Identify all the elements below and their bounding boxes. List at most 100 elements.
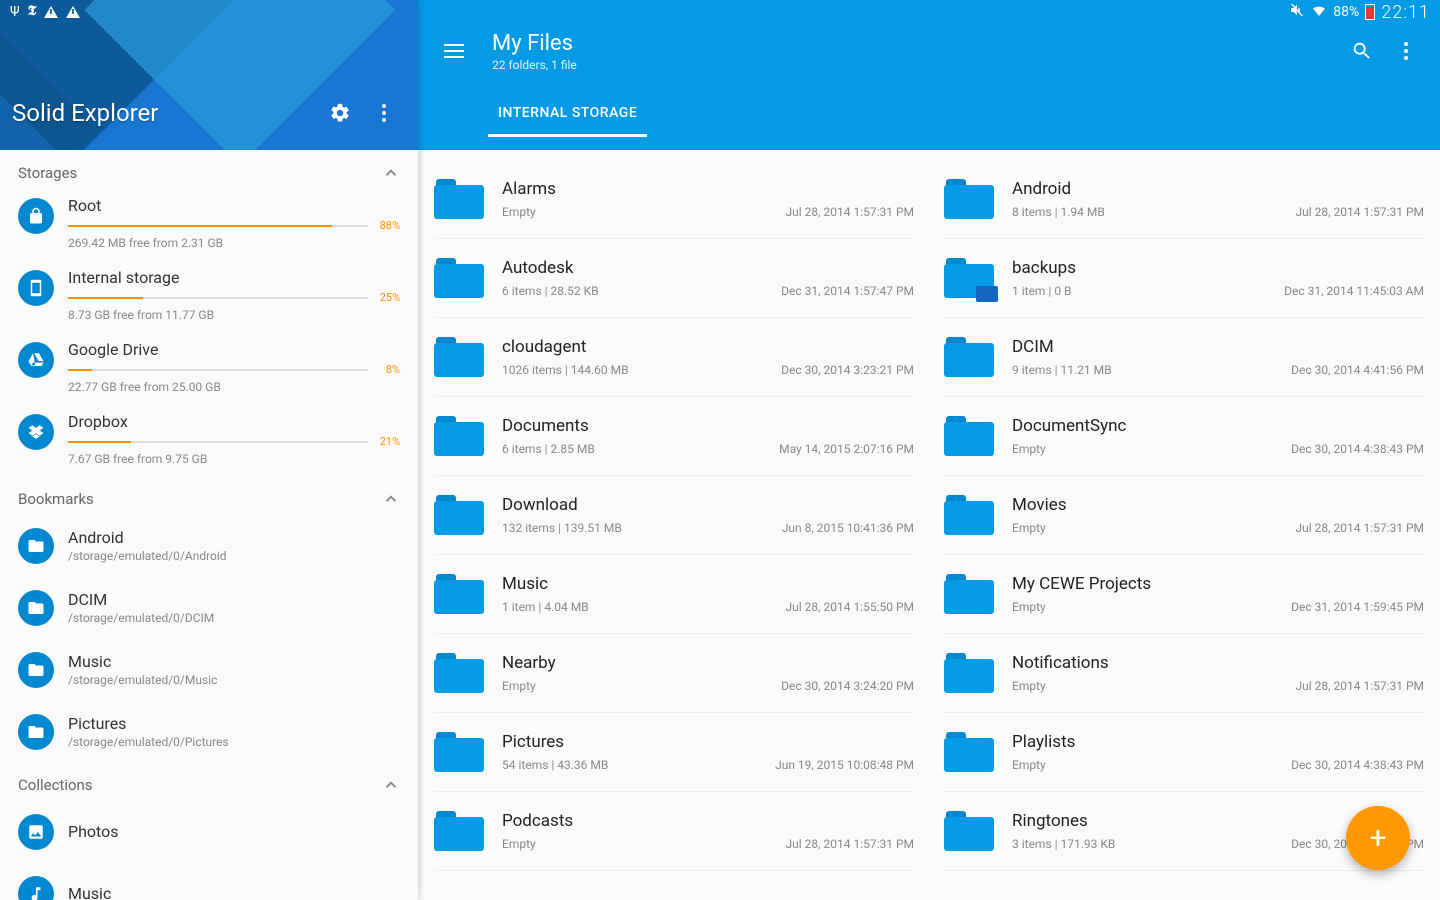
sidebar-overflow-button[interactable] xyxy=(362,91,406,135)
file-item[interactable]: Download 132 items | 139.51 MBJun 8, 201… xyxy=(434,476,914,555)
folder-icon xyxy=(434,811,484,851)
bookmark-item[interactable]: Pictures/storage/emulated/0/Pictures xyxy=(0,700,418,762)
storage-name: Dropbox xyxy=(68,412,400,431)
file-date: Jul 28, 2014 1:57:31 PM xyxy=(1296,521,1424,535)
storage-sub: 8.73 GB free from 11.77 GB xyxy=(68,308,400,322)
sidebar: Solid Explorer Storages Root 88% 269.42 … xyxy=(0,0,418,900)
settings-button[interactable] xyxy=(318,91,362,135)
bookmark-name: Pictures xyxy=(68,714,229,733)
folder-icon xyxy=(944,179,994,219)
file-item[interactable]: Music 1 item | 4.04 MB Jul 28, 2014 1:55:… xyxy=(434,555,914,634)
storage-percent: 25% xyxy=(372,291,400,304)
search-button[interactable] xyxy=(1340,29,1384,73)
file-item[interactable]: Movies EmptyJul 28, 2014 1:57:31 PM xyxy=(944,476,1424,555)
search-icon xyxy=(1351,40,1373,62)
file-item[interactable]: backups 1 item | 0 BDec 31, 2014 11:45:0… xyxy=(944,239,1424,318)
file-date: Jun 19, 2015 10:08:48 PM xyxy=(775,758,914,772)
file-date: Jul 28, 2014 1:55:50 PM xyxy=(786,600,914,614)
folder-icon xyxy=(944,337,994,377)
file-item[interactable]: My CEWE Projects EmptyDec 31, 2014 1:59:… xyxy=(944,555,1424,634)
storage-bar xyxy=(68,441,368,443)
file-item[interactable]: Notifications EmptyJul 28, 2014 1:57:31 … xyxy=(944,634,1424,713)
storage-name: Root xyxy=(68,196,400,215)
collection-item[interactable]: Music xyxy=(0,862,418,900)
storage-percent: 88% xyxy=(372,219,400,232)
file-sub: 1 item | 4.04 MB xyxy=(502,600,589,614)
app-status-icon: 𝕿 xyxy=(28,4,37,20)
storage-item[interactable]: Dropbox 21% 7.67 GB free from 9.75 GB xyxy=(0,404,418,476)
file-item[interactable]: cloudagent 1026 items | 144.60 MBDec 30,… xyxy=(434,318,914,397)
page-subtitle: 22 folders, 1 file xyxy=(492,58,577,72)
file-sub: Empty xyxy=(1012,679,1046,693)
collection-item[interactable]: Photos xyxy=(0,800,418,862)
bookmark-path: /storage/emulated/0/DCIM xyxy=(68,611,214,625)
file-item[interactable]: Alarms EmptyJul 28, 2014 1:57:31 PM xyxy=(434,160,914,239)
file-name: Ringtones xyxy=(1012,811,1088,831)
menu-button[interactable] xyxy=(430,27,478,75)
tab-internal-storage[interactable]: INTERNAL STORAGE xyxy=(488,91,647,137)
bookmark-item[interactable]: DCIM/storage/emulated/0/DCIM xyxy=(0,576,418,638)
vibrate-icon xyxy=(1289,2,1305,22)
file-date: Dec 30, 2014 4:38:43 PM xyxy=(1291,758,1424,772)
fab-add-button[interactable]: + xyxy=(1346,806,1410,870)
folder-icon xyxy=(434,416,484,456)
gear-icon xyxy=(329,102,351,124)
file-sub: 1 item | 0 B xyxy=(1012,284,1072,298)
file-sub: Empty xyxy=(1012,600,1046,614)
file-name: Movies xyxy=(1012,495,1067,515)
folder-icon xyxy=(434,574,484,614)
folder-icon xyxy=(434,337,484,377)
file-name: Music xyxy=(502,574,548,594)
folder-icon xyxy=(944,495,994,535)
section-bookmarks[interactable]: Bookmarks xyxy=(0,476,418,514)
file-item[interactable]: DCIM 9 items | 11.21 MBDec 30, 2014 4:41… xyxy=(944,318,1424,397)
file-list[interactable]: Alarms EmptyJul 28, 2014 1:57:31 PM Andr… xyxy=(418,150,1440,900)
folder-icon xyxy=(434,495,484,535)
folder-icon xyxy=(434,258,484,298)
main-overflow-button[interactable] xyxy=(1384,29,1428,73)
file-name: My CEWE Projects xyxy=(1012,574,1151,594)
section-label: Bookmarks xyxy=(18,490,94,508)
folder-icon xyxy=(944,653,994,693)
hamburger-icon xyxy=(444,50,464,52)
file-item[interactable]: Documents 6 items | 2.85 MBMay 14, 2015 … xyxy=(434,397,914,476)
file-date: Jul 28, 2014 1:57:31 PM xyxy=(786,205,914,219)
file-item[interactable]: Pictures 54 items | 43.36 MBJun 19, 2015… xyxy=(434,713,914,792)
file-sub: Empty xyxy=(502,837,536,851)
folder-icon xyxy=(434,732,484,772)
bookmark-name: DCIM xyxy=(68,590,214,609)
file-name: DocumentSync xyxy=(1012,416,1126,436)
folder-icon xyxy=(944,574,994,614)
file-date: Dec 30, 2014 4:41:56 PM xyxy=(1291,363,1424,377)
usb-icon: Ψ xyxy=(10,4,20,20)
file-date: Dec 30, 2014 4:38:43 PM xyxy=(1291,442,1424,456)
bookmark-name: Music xyxy=(68,652,217,671)
storage-item[interactable]: Internal storage 25% 8.73 GB free from 1… xyxy=(0,260,418,332)
wifi-icon xyxy=(1311,2,1327,22)
dropbox-icon xyxy=(18,414,54,450)
file-item[interactable]: Nearby EmptyDec 30, 2014 3:24:20 PM xyxy=(434,634,914,713)
file-sub: 54 items | 43.36 MB xyxy=(502,758,608,772)
file-item[interactable]: Playlists EmptyDec 30, 2014 4:38:43 PM xyxy=(944,713,1424,792)
folder-icon xyxy=(944,732,994,772)
folder-icon xyxy=(18,528,54,564)
file-date: Dec 30, 2014 3:24:20 PM xyxy=(781,679,914,693)
storage-item[interactable]: Root 88% 269.42 MB free from 2.31 GB xyxy=(0,188,418,260)
file-sub: 6 items | 2.85 MB xyxy=(502,442,595,456)
section-collections[interactable]: Collections xyxy=(0,762,418,800)
bookmark-item[interactable]: Music/storage/emulated/0/Music xyxy=(0,638,418,700)
bookmark-item[interactable]: Android/storage/emulated/0/Android xyxy=(0,514,418,576)
warning-icon xyxy=(66,6,80,18)
collection-name: Music xyxy=(68,884,111,900)
file-item[interactable]: Autodesk 6 items | 28.52 KBDec 31, 2014 … xyxy=(434,239,914,318)
folder-icon xyxy=(434,179,484,219)
file-sub: 1026 items | 144.60 MB xyxy=(502,363,629,377)
drive-icon xyxy=(18,342,54,378)
collection-name: Photos xyxy=(68,822,119,841)
file-item[interactable]: Podcasts EmptyJul 28, 2014 1:57:31 PM xyxy=(434,792,914,871)
file-item[interactable]: Android 8 items | 1.94 MBJul 28, 2014 1:… xyxy=(944,160,1424,239)
file-sub: 132 items | 139.51 MB xyxy=(502,521,622,535)
storage-item[interactable]: Google Drive 8% 22.77 GB free from 25.00… xyxy=(0,332,418,404)
section-storages[interactable]: Storages xyxy=(0,150,418,188)
file-item[interactable]: DocumentSync EmptyDec 30, 2014 4:38:43 P… xyxy=(944,397,1424,476)
